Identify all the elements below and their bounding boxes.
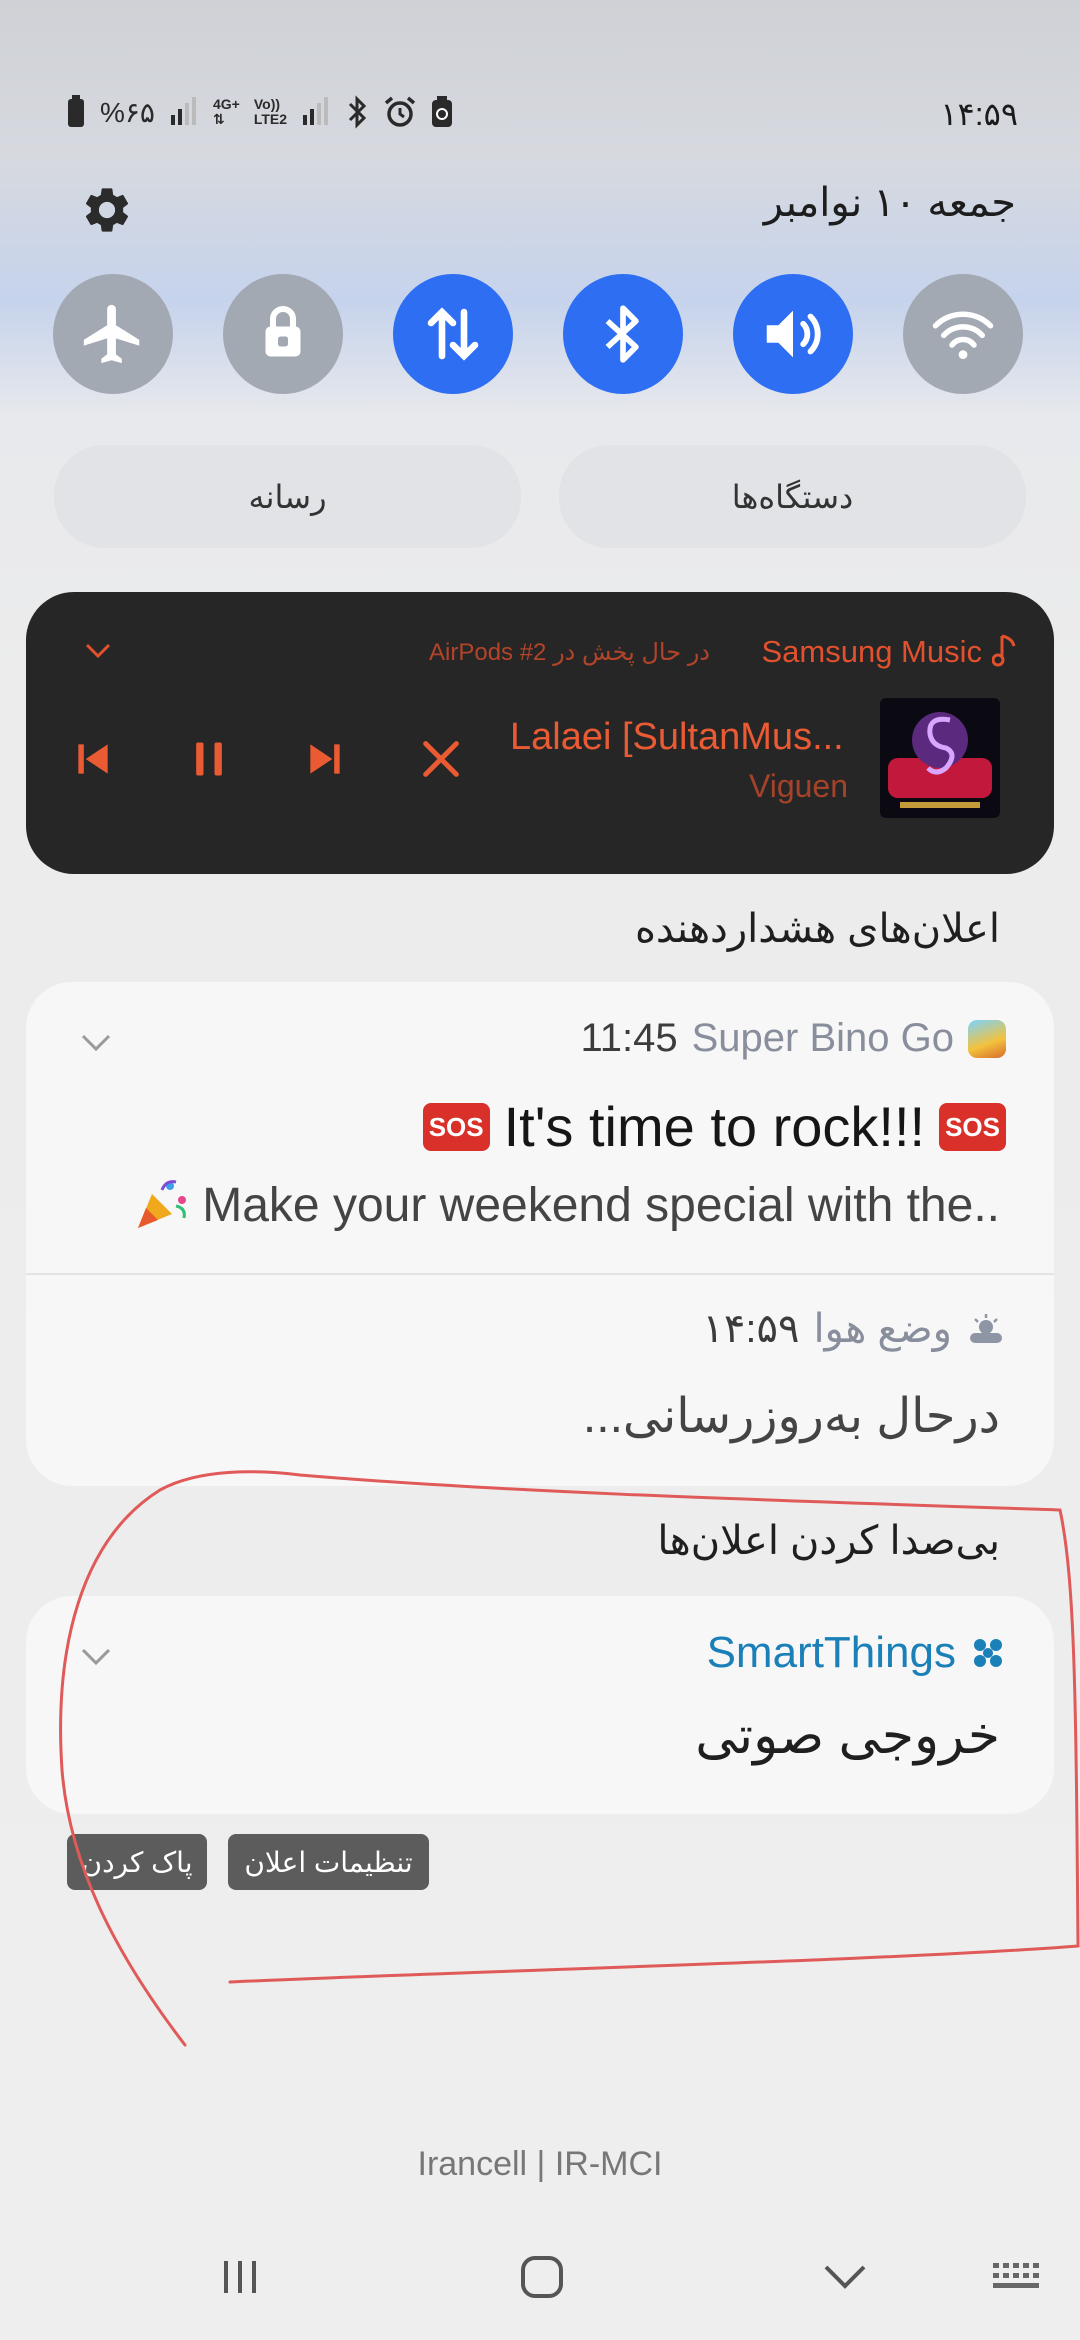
wifi-icon	[932, 311, 994, 360]
smartthings-app-name: SmartThings	[706, 1628, 956, 1677]
bluetooth-icon	[605, 305, 639, 363]
game-notification-header[interactable]: Super Bino Go 11:45	[580, 1016, 1006, 1061]
airplane-mode-toggle[interactable]	[53, 274, 173, 394]
close-media-button[interactable]	[414, 732, 468, 786]
status-time: ۱۴:۵۹	[940, 96, 1018, 132]
weather-body-text[interactable]: درحال به‌روزرسانی...	[583, 1388, 1000, 1444]
signal-2-icon	[303, 97, 329, 125]
chevron-down-icon	[824, 2265, 866, 2289]
sound-toggle[interactable]	[733, 274, 853, 394]
settings-gear-icon[interactable]	[80, 183, 134, 237]
pause-icon	[196, 742, 222, 776]
airplane-icon	[83, 304, 140, 364]
close-icon	[423, 741, 459, 777]
network-type-1: 4G+	[212, 96, 240, 112]
back-button[interactable]	[815, 2252, 875, 2302]
game-body-text: Make your weekend special with the..	[202, 1178, 1000, 1232]
next-track-button[interactable]	[298, 732, 352, 786]
music-note-icon	[992, 634, 1016, 667]
sound-icon	[766, 310, 821, 358]
weather-sun-cloud-icon	[970, 1314, 1002, 1343]
notification-divider	[26, 1273, 1054, 1275]
album-art	[880, 698, 1000, 818]
date-label: جمعه ۱۰ نوامبر	[763, 181, 1016, 225]
silent-notifications-heading: بی‌صدا کردن اعلان‌ها	[657, 1519, 1000, 1563]
media-app-name: Samsung Music	[761, 634, 982, 669]
alert-notifications-heading: اعلان‌های هشداردهنده	[634, 907, 1000, 951]
smartthings-notification-header[interactable]: SmartThings	[707, 1628, 1006, 1678]
home-icon	[521, 2256, 563, 2298]
game-app-name: Super Bino Go	[691, 1016, 954, 1060]
devices-panel-button[interactable]: دستگاه‌ها	[559, 445, 1026, 548]
battery-icon	[68, 95, 84, 127]
wifi-toggle[interactable]	[903, 274, 1023, 394]
sos-emoji-icon: SOS	[422, 1102, 490, 1151]
expand-chevron-icon-2[interactable]	[79, 1646, 113, 1668]
media-expand-chevron-icon[interactable]	[84, 642, 112, 660]
pause-button[interactable]	[182, 732, 236, 786]
expand-chevron-icon[interactable]	[79, 1032, 113, 1054]
media-track-title: Lalaei [SultanMus...	[510, 716, 844, 758]
battery-level: %۶۵	[100, 96, 155, 128]
clear-notifications-button[interactable]: پاک کردن	[67, 1834, 207, 1890]
recent-apps-icon	[224, 2261, 256, 2293]
carrier-label: Irancell | IR-MCI	[417, 2145, 663, 2183]
recent-apps-button[interactable]	[210, 2252, 270, 2302]
lock-rotation-icon	[265, 306, 301, 357]
game-notification-body[interactable]: Make your weekend special with the..	[132, 1176, 1000, 1234]
previous-track-button[interactable]	[66, 732, 120, 786]
network-type-2: LTE2	[253, 111, 288, 127]
media-artist: Viguen	[748, 768, 848, 804]
signal-icon	[170, 97, 196, 125]
rotation-lock-toggle[interactable]	[223, 274, 343, 394]
keyboard-icon	[993, 2263, 1039, 2288]
game-notification-time: 11:45	[580, 1016, 678, 1060]
media-output-device: در حال پخش در AirPods #2	[429, 639, 710, 666]
mobile-data-toggle[interactable]	[393, 274, 513, 394]
weather-app-name: وضع هوا	[813, 1307, 952, 1351]
status-icons: %۶۵ 4G+ ⇅ Vo)) LTE2	[66, 92, 453, 132]
keyboard-button[interactable]	[986, 2252, 1046, 2302]
sos-emoji-icon-2: SOS	[939, 1102, 1006, 1151]
media-panel-button[interactable]: رسانه	[54, 445, 521, 548]
smartthings-body-text[interactable]: خروجی صوتی	[695, 1706, 1000, 1766]
skip-previous-icon	[78, 744, 108, 774]
game-notification-title[interactable]: SOS It's time to rock!!! SOS	[422, 1094, 1006, 1159]
home-button[interactable]	[512, 2252, 572, 2302]
skip-next-icon	[310, 744, 340, 774]
party-popper-icon	[138, 1180, 187, 1228]
alarm-icon	[384, 96, 416, 127]
game-title-text: It's time to rock!!!	[503, 1095, 926, 1158]
weather-notification-header[interactable]: وضع هوا ۱۴:۵۹	[702, 1306, 1006, 1352]
smartthings-icon	[974, 1639, 1002, 1667]
recycle-icon	[432, 96, 453, 127]
game-app-icon	[968, 1019, 1006, 1058]
volte-label: Vo))	[253, 96, 281, 112]
weather-notification-time: ۱۴:۵۹	[702, 1307, 800, 1351]
bluetooth-toggle[interactable]	[563, 274, 683, 394]
mobile-data-icon	[427, 307, 479, 361]
bluetooth-status-icon	[348, 95, 367, 129]
notification-settings-button[interactable]: تنظیمات اعلان	[228, 1834, 429, 1890]
